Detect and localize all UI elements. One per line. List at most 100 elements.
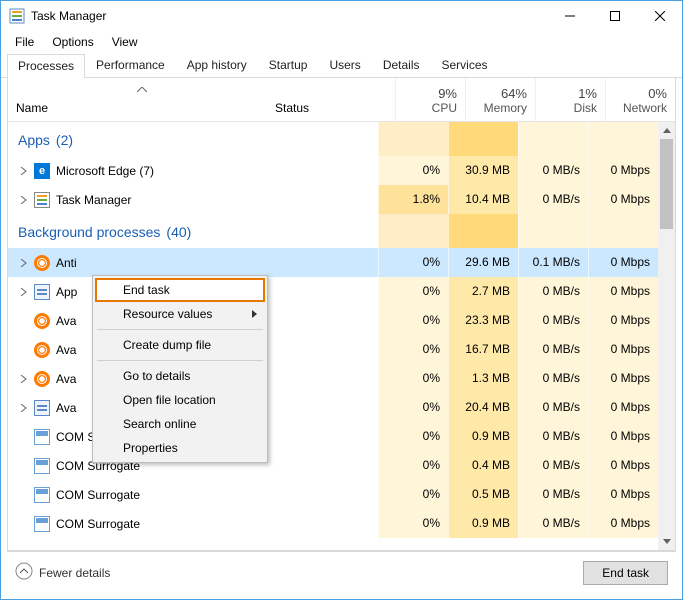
expand-icon[interactable] [18,259,28,267]
minimize-button[interactable] [547,1,592,31]
memory-cell: 2.7 MB [448,277,518,306]
process-name: Ava [56,372,76,386]
ctx-properties[interactable]: Properties [95,436,265,460]
end-task-button[interactable]: End task [583,561,668,585]
group-header-row: Background processes (40) [8,214,658,248]
col-network[interactable]: 0% Network [605,78,675,121]
process-row[interactable]: COM Surrogate0%0.5 MB0 MB/s0 Mbps [8,480,658,509]
footer: Fewer details End task [7,551,676,593]
expand-icon[interactable] [18,167,28,175]
submenu-arrow-icon [252,307,257,321]
ctx-go-to-details[interactable]: Go to details [95,364,265,388]
network-cell: 0 Mbps [588,451,658,480]
disk-cell: 0 MB/s [518,156,588,185]
col-memory[interactable]: 64% Memory [465,78,535,121]
process-row[interactable]: Task Manager1.8%10.4 MB0 MB/s0 Mbps [8,185,658,214]
memory-cell: 0.5 MB [448,480,518,509]
close-button[interactable] [637,1,682,31]
ctx-create-dump[interactable]: Create dump file [95,333,265,357]
cpu-cell: 0% [378,364,448,393]
sort-indicator-icon [137,82,147,96]
ctx-resource-values[interactable]: Resource values [95,302,265,326]
scroll-down-icon[interactable] [658,533,675,550]
disk-cell: 0 MB/s [518,393,588,422]
com-surrogate-icon [34,429,50,445]
scroll-thumb[interactable] [660,139,673,229]
network-cell: 0 Mbps [588,422,658,451]
memory-cell: 10.4 MB [448,185,518,214]
process-row[interactable]: COM Surrogate0%0.9 MB0 MB/s0 Mbps [8,509,658,538]
titlebar: Task Manager [1,1,682,31]
ctx-open-file-location[interactable]: Open file location [95,388,265,412]
ctx-separator [97,360,263,361]
tab-users[interactable]: Users [318,53,371,77]
maximize-button[interactable] [592,1,637,31]
tab-performance[interactable]: Performance [85,53,176,77]
memory-cell: 0.9 MB [448,509,518,538]
network-cell: 0 Mbps [588,364,658,393]
process-row[interactable]: Anti0%29.6 MB0.1 MB/s0 Mbps [8,248,658,277]
app-generic-icon [34,284,50,300]
cpu-cell: 0% [378,335,448,364]
scroll-track[interactable] [658,139,675,533]
ctx-end-task[interactable]: End task [95,278,265,302]
tab-processes[interactable]: Processes [7,54,85,78]
memory-cell: 0.4 MB [448,451,518,480]
disk-cell: 0 MB/s [518,509,588,538]
task-manager-icon [34,192,50,208]
avast-icon [34,342,50,358]
avast-icon [34,371,50,387]
cpu-cell: 0% [378,306,448,335]
col-cpu[interactable]: 9% CPU [395,78,465,121]
expand-icon[interactable] [18,404,28,412]
process-name: Ava [56,401,76,415]
avast-icon [34,255,50,271]
network-cell: 0 Mbps [588,248,658,277]
col-name[interactable]: Name [8,78,275,121]
tab-bar: Processes Performance App history Startu… [1,53,682,78]
cpu-cell: 0% [378,480,448,509]
disk-cell: 0 MB/s [518,335,588,364]
expand-icon[interactable] [18,375,28,383]
tab-details[interactable]: Details [372,53,431,77]
ctx-search-online[interactable]: Search online [95,412,265,436]
network-cell: 0 Mbps [588,277,658,306]
ctx-separator [97,329,263,330]
process-name: Microsoft Edge (7) [56,164,154,178]
memory-cell: 1.3 MB [448,364,518,393]
process-name: Ava [56,314,76,328]
expand-icon[interactable] [18,288,28,296]
com-surrogate-icon [34,487,50,503]
app-icon [9,8,25,24]
menu-view[interactable]: View [104,33,146,51]
group-count: (2) [56,132,73,148]
vertical-scrollbar[interactable] [658,122,675,550]
disk-cell: 0 MB/s [518,364,588,393]
memory-cell: 20.4 MB [448,393,518,422]
context-menu: End task Resource values Create dump fil… [92,275,268,463]
tab-app-history[interactable]: App history [176,53,258,77]
process-name: Anti [56,256,77,270]
edge-icon: e [34,163,50,179]
network-cell: 0 Mbps [588,185,658,214]
col-status[interactable]: Status [275,78,395,121]
group-header-row: Apps (2) [8,122,658,156]
menu-options[interactable]: Options [44,33,101,51]
network-cell: 0 Mbps [588,306,658,335]
cpu-cell: 0% [378,248,448,277]
memory-cell: 30.9 MB [448,156,518,185]
tab-startup[interactable]: Startup [258,53,319,77]
process-name: COM Surrogate [56,488,140,502]
tab-services[interactable]: Services [431,53,499,77]
window-title: Task Manager [31,9,547,23]
fewer-details-button[interactable]: Fewer details [15,562,110,583]
col-disk[interactable]: 1% Disk [535,78,605,121]
scroll-up-icon[interactable] [658,122,675,139]
chevron-up-circle-icon [15,562,33,583]
cpu-cell: 0% [378,509,448,538]
process-name: Task Manager [56,193,131,207]
menu-file[interactable]: File [7,33,42,51]
disk-cell: 0 MB/s [518,277,588,306]
expand-icon[interactable] [18,196,28,204]
process-row[interactable]: eMicrosoft Edge (7)0%30.9 MB0 MB/s0 Mbps [8,156,658,185]
